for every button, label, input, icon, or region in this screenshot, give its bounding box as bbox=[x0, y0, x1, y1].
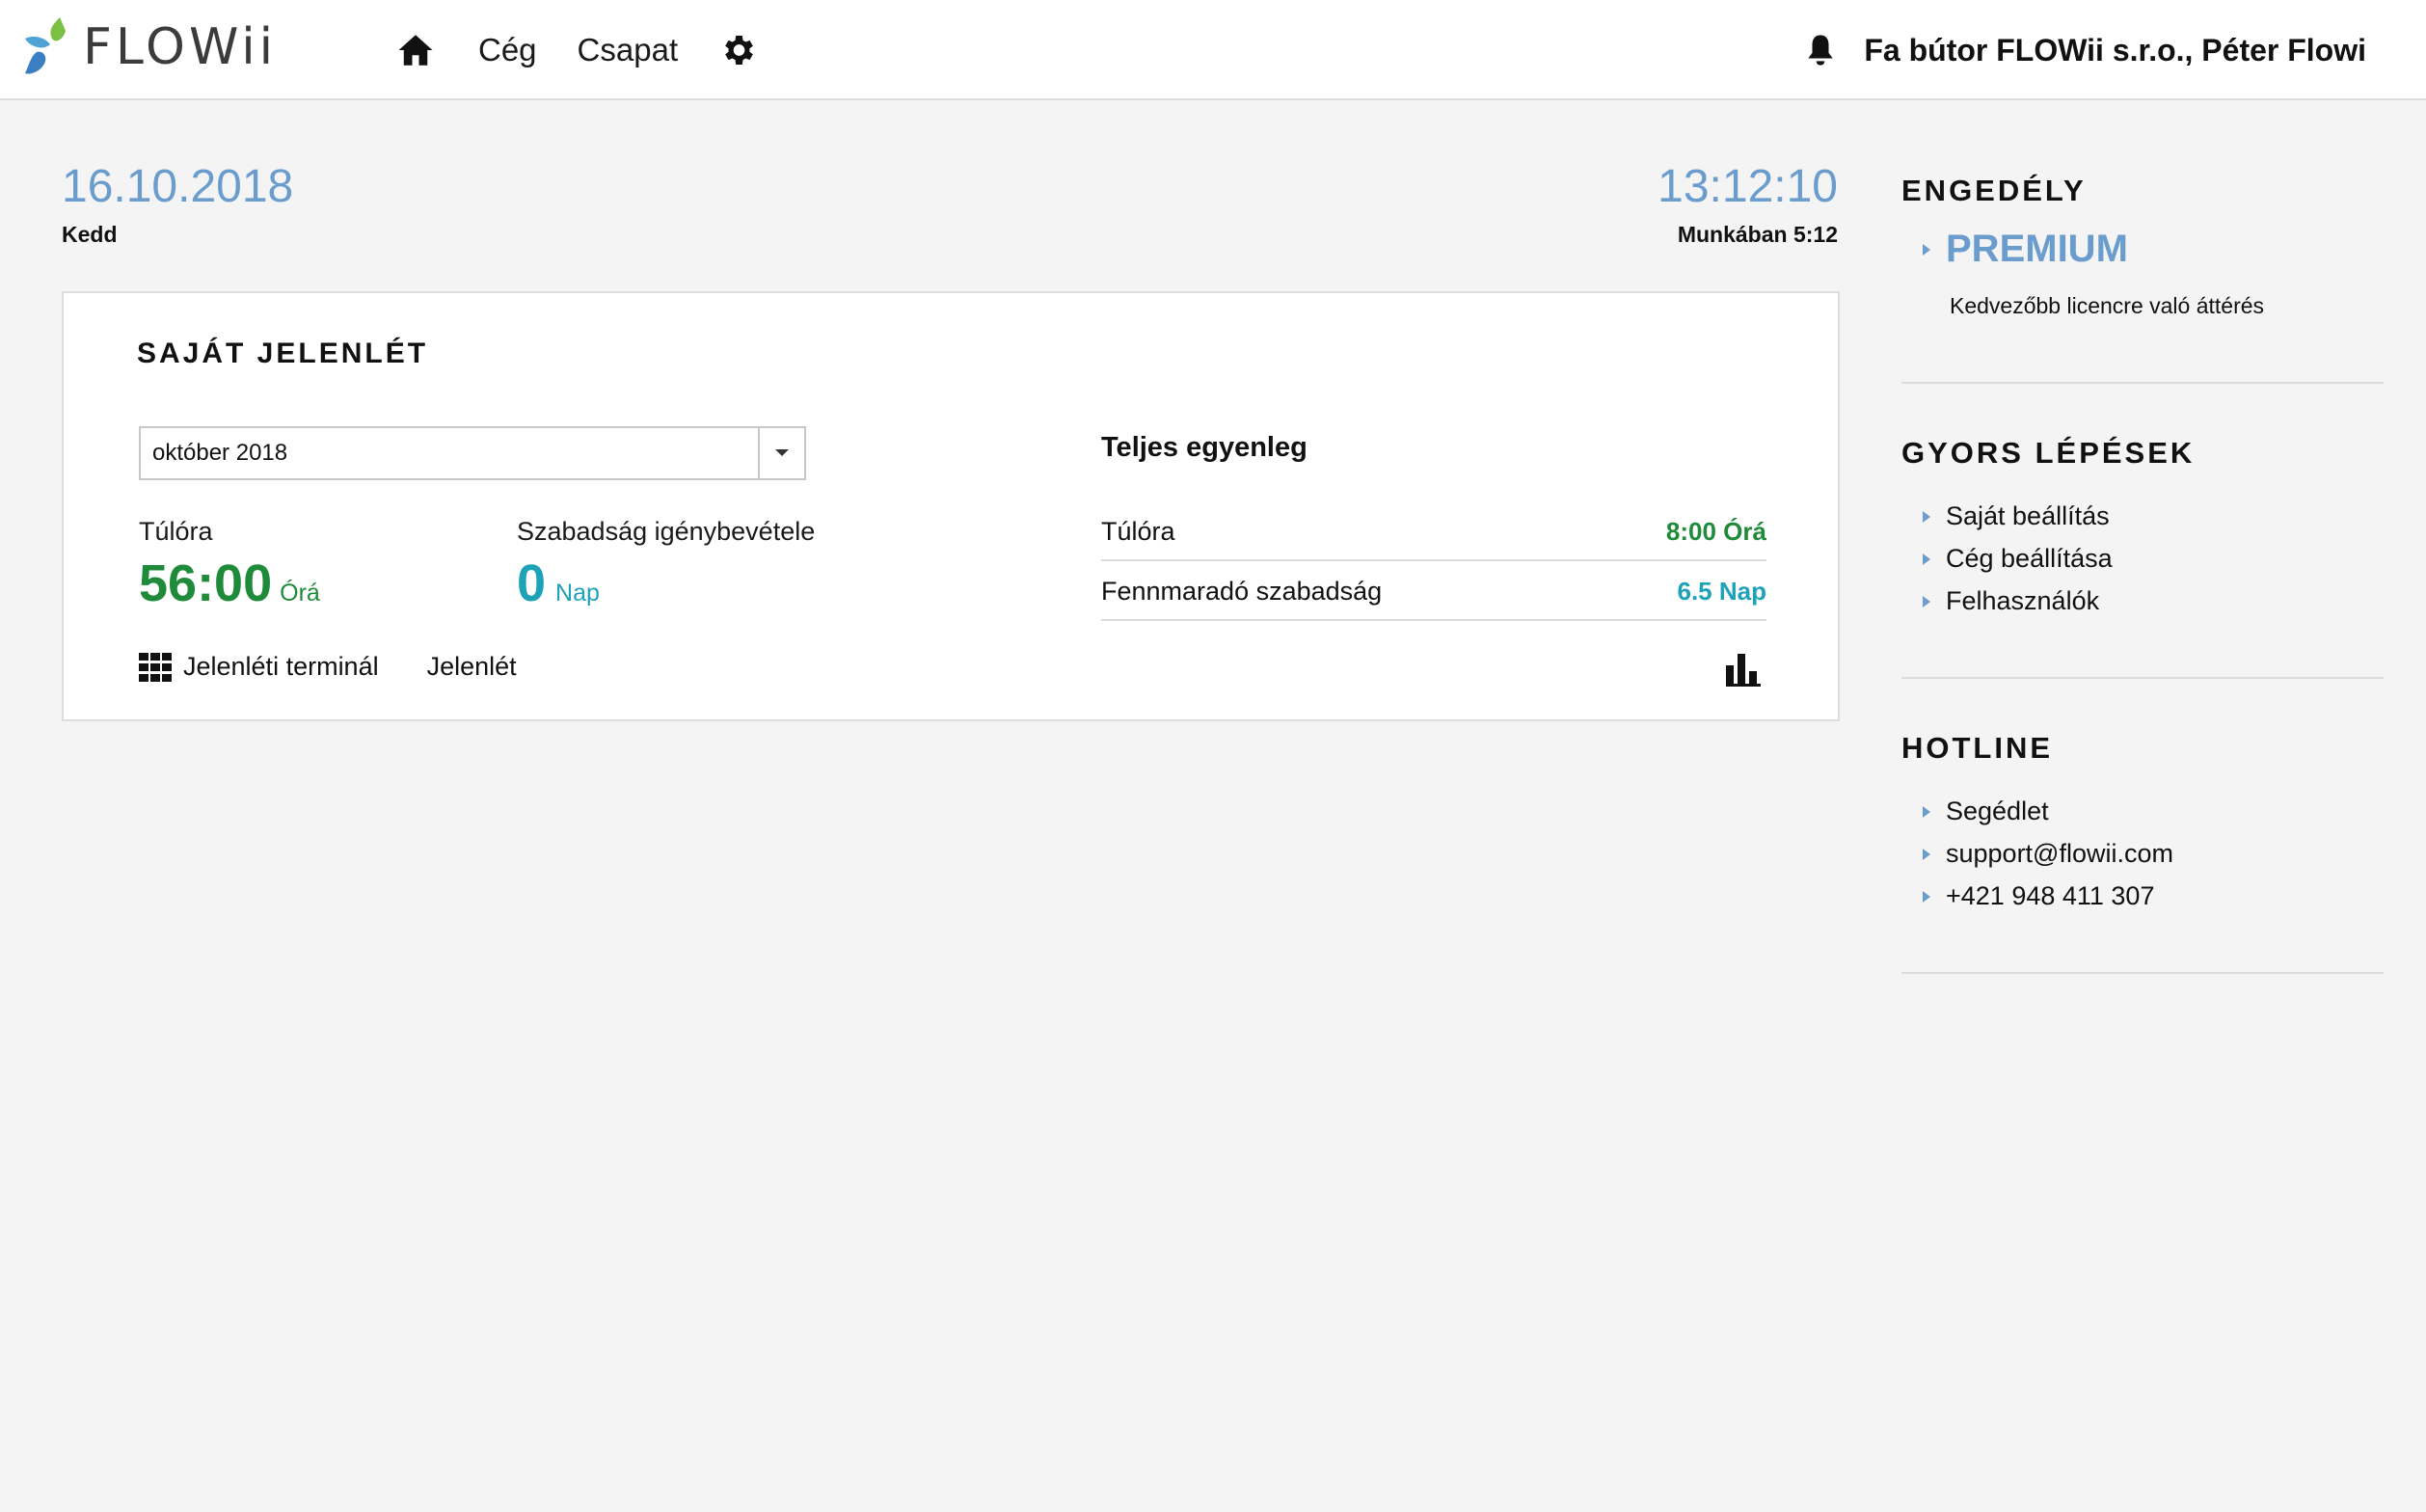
quick-steps-title: GYORS LÉPÉSEK bbox=[1901, 436, 2196, 470]
balance-label: Fennmaradó szabadság bbox=[1101, 576, 1383, 606]
user-name[interactable]: Fa bútor FLOWii s.r.o., Péter Flowi bbox=[1864, 33, 2366, 68]
overtime-stat: 56:00 Órá bbox=[139, 554, 320, 613]
quick-item-label: Saját beállítás bbox=[1946, 501, 2110, 530]
leave-label: Szabadság igénybevétele bbox=[517, 517, 816, 546]
premium-label: PREMIUM bbox=[1946, 228, 2128, 270]
bullet-triangle-icon bbox=[1923, 595, 1930, 608]
main-nav: Cég Csapat bbox=[395, 0, 757, 100]
bullet-triangle-icon bbox=[1923, 848, 1930, 860]
chevron-down-icon bbox=[775, 449, 789, 456]
balance-value: 6.5 Nap bbox=[1677, 576, 1767, 606]
current-time: 13:12:10 bbox=[1658, 161, 1838, 212]
bullet-triangle-icon bbox=[1923, 243, 1930, 256]
hotline-section: HOTLINE Segédlet support@flowii.com +421… bbox=[1901, 723, 2384, 974]
logo-drops-icon bbox=[25, 17, 66, 74]
upgrade-link[interactable]: Kedvezőbb licencre való áttérés bbox=[1950, 293, 2264, 319]
hotline-item-email[interactable]: support@flowii.com bbox=[1923, 839, 2173, 869]
quick-item-label: Felhasználók bbox=[1946, 586, 2100, 615]
gear-icon[interactable] bbox=[718, 31, 757, 69]
quick-item-label: Cég beállítása bbox=[1946, 544, 2113, 573]
attendance-link[interactable]: Jelenlét bbox=[427, 652, 517, 682]
bullet-triangle-icon bbox=[1923, 890, 1930, 903]
nav-company[interactable]: Cég bbox=[478, 32, 537, 68]
overtime-label: Túlóra bbox=[139, 517, 213, 546]
current-date: 16.10.2018 bbox=[62, 161, 294, 212]
current-day: Kedd bbox=[62, 222, 118, 247]
month-select-toggle[interactable] bbox=[758, 428, 804, 478]
license-section: ENGEDÉLY PREMIUM Kedvezőbb licencre való… bbox=[1901, 164, 2384, 384]
leave-stat: 0 Nap bbox=[517, 554, 600, 613]
working-duration: Munkában 5:12 bbox=[1677, 222, 1838, 247]
hotline-item-help[interactable]: Segédlet bbox=[1923, 796, 2049, 826]
bell-icon[interactable] bbox=[1804, 32, 1837, 68]
attendance-terminal-link[interactable]: Jelenléti terminál bbox=[183, 652, 379, 682]
bullet-triangle-icon bbox=[1923, 553, 1930, 565]
premium-plan[interactable]: PREMIUM bbox=[1923, 228, 2128, 271]
card-links: Jelenléti terminál Jelenlét bbox=[139, 652, 517, 682]
home-icon[interactable] bbox=[395, 30, 436, 70]
balance-title: Teljes egyenleg bbox=[1101, 432, 1307, 463]
card-title: SAJÁT JELENLÉT bbox=[137, 338, 429, 369]
month-select[interactable]: október 2018 bbox=[139, 426, 806, 480]
grid-icon[interactable] bbox=[139, 652, 172, 682]
logo[interactable]: FLOWii bbox=[23, 17, 277, 77]
balance-row-leave: Fennmaradó szabadság 6.5 Nap bbox=[1101, 563, 1766, 621]
leave-unit: Nap bbox=[555, 580, 600, 607]
overtime-value: 56:00 bbox=[139, 554, 273, 612]
bullet-triangle-icon bbox=[1923, 510, 1930, 523]
quick-item-own-settings[interactable]: Saját beállítás bbox=[1923, 501, 2110, 531]
hotline-item-label: support@flowii.com bbox=[1946, 839, 2173, 868]
balance-label: Túlóra bbox=[1101, 516, 1175, 546]
month-select-value: október 2018 bbox=[152, 440, 288, 466]
quick-item-company-settings[interactable]: Cég beállítása bbox=[1923, 544, 2113, 574]
nav-team[interactable]: Csapat bbox=[578, 32, 679, 68]
overtime-unit: Órá bbox=[280, 580, 320, 607]
hotline-title: HOTLINE bbox=[1901, 731, 2054, 765]
leave-value: 0 bbox=[517, 554, 547, 612]
bar-chart-icon[interactable] bbox=[1726, 652, 1761, 687]
balance-value: 8:00 Órá bbox=[1665, 516, 1766, 546]
top-bar: FLOWii Cég Csapat Fa bútor FLOWii s.r.o.… bbox=[0, 0, 2426, 100]
hotline-item-phone[interactable]: +421 948 411 307 bbox=[1923, 881, 2154, 911]
hotline-item-label: Segédlet bbox=[1946, 796, 2049, 825]
hotline-item-label: +421 948 411 307 bbox=[1946, 881, 2155, 910]
user-area: Fa bútor FLOWii s.r.o., Péter Flowi bbox=[1804, 0, 2366, 100]
balance-row-overtime: Túlóra 8:00 Órá bbox=[1101, 503, 1766, 561]
logo-text: FLOWii bbox=[83, 18, 278, 76]
bullet-triangle-icon bbox=[1923, 805, 1930, 818]
license-title: ENGEDÉLY bbox=[1901, 174, 2087, 207]
attendance-card: SAJÁT JELENLÉT október 2018 Túlóra 56:00… bbox=[62, 291, 1840, 721]
quick-steps-section: GYORS LÉPÉSEK Saját beállítás Cég beállí… bbox=[1901, 428, 2384, 679]
quick-item-users[interactable]: Felhasználók bbox=[1923, 586, 2099, 616]
